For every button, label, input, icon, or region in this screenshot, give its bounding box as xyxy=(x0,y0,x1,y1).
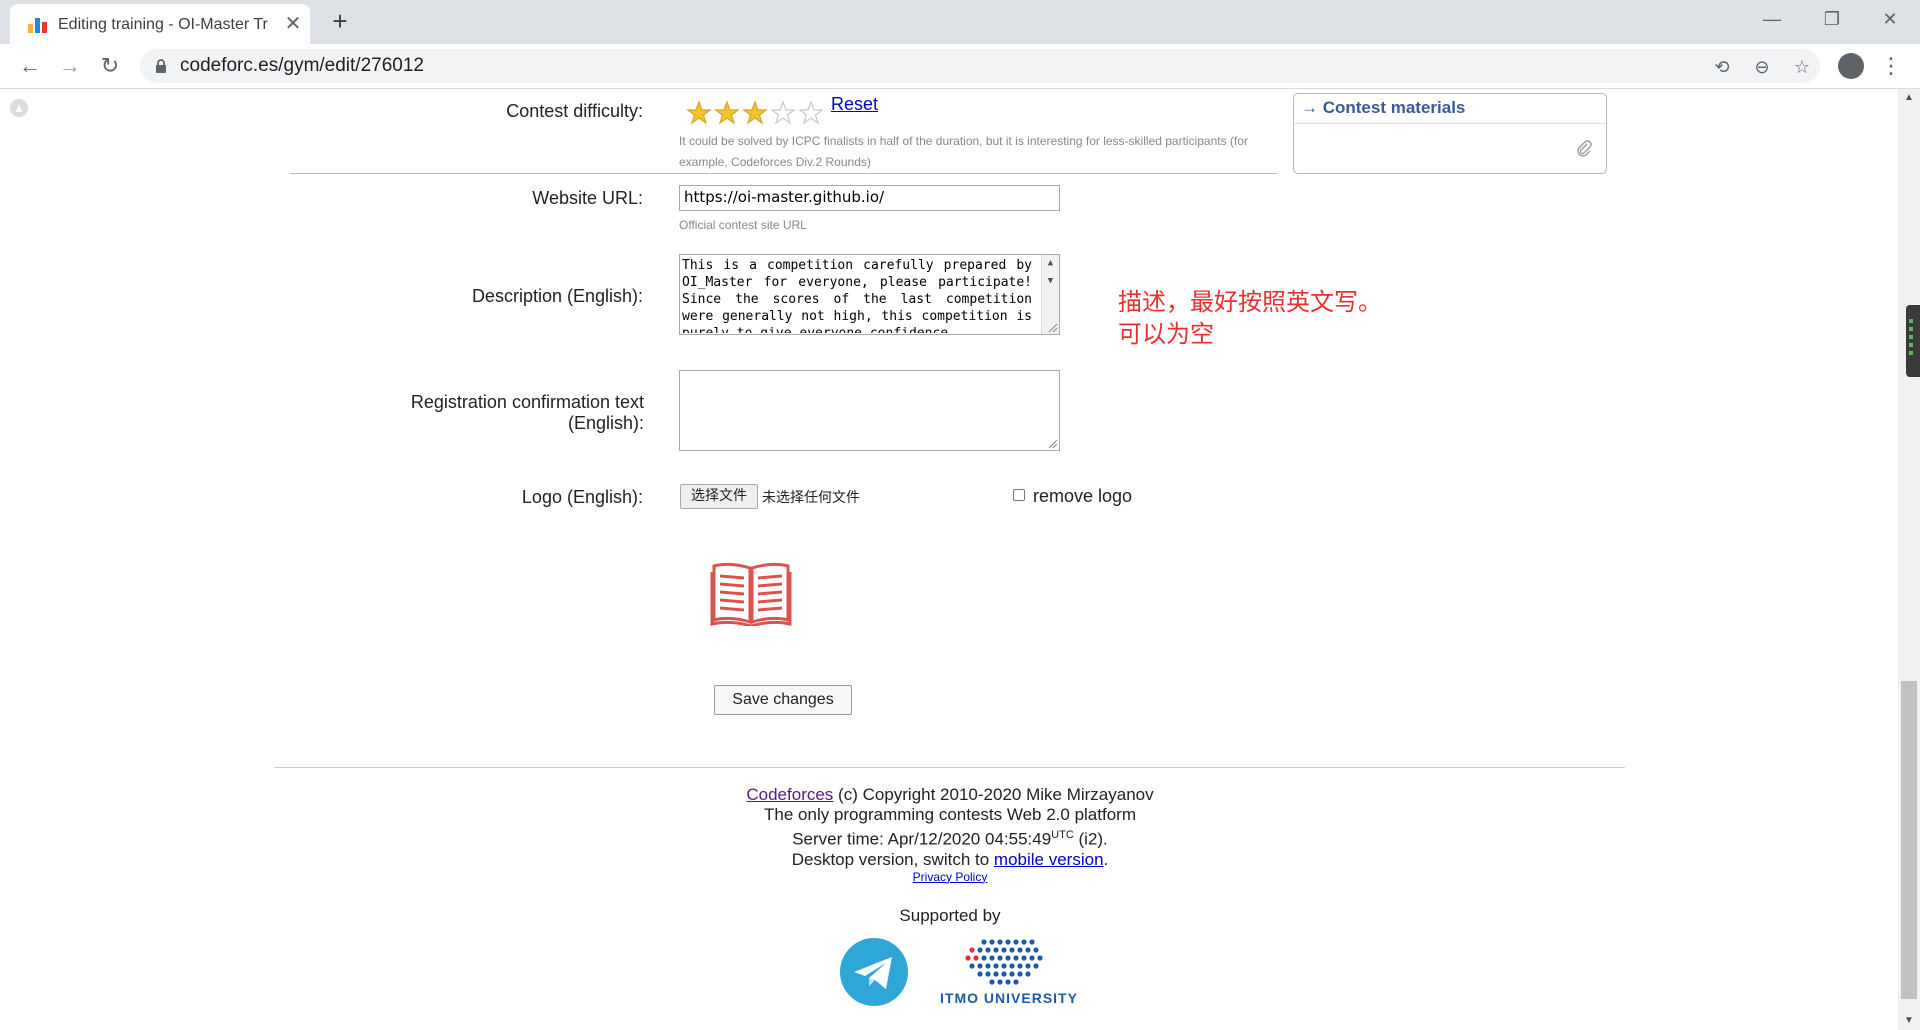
back-button[interactable]: ← xyxy=(16,52,44,80)
browser-toolbar: ← → ↻ codeforc.es/gym/edit/276012 ⟲ ⊖ ☆ … xyxy=(0,44,1920,89)
resize-grip-icon[interactable] xyxy=(1046,321,1058,333)
page-scroll-down-icon[interactable]: ▼ xyxy=(1898,1012,1920,1030)
annotation-line-2: 可以为空 xyxy=(1118,320,1214,348)
mobile-version-link[interactable]: mobile version xyxy=(994,850,1104,869)
side-panel-handle[interactable] xyxy=(1906,305,1920,377)
difficulty-label: Contest difficulty: xyxy=(506,101,643,121)
contest-materials-box: → Contest materials xyxy=(1293,93,1607,174)
star-filled-icon[interactable] xyxy=(686,100,712,126)
close-window-button[interactable]: ✕ xyxy=(1870,4,1910,34)
tab-strip: Editing training - OI-Master Tr ✕ + — ❐ … xyxy=(0,0,1920,44)
footer-tagline: The only programming contests Web 2.0 pl… xyxy=(764,805,1136,824)
server-time-text: Server time: Apr/12/2020 04:55:49 xyxy=(792,829,1052,849)
website-url-hint: Official contest site URL xyxy=(679,218,807,232)
star-filled-icon[interactable] xyxy=(714,100,740,126)
itmo-university-text: ITMO UNIVERSITY xyxy=(940,990,1078,1006)
privacy-policy-link[interactable]: Privacy Policy xyxy=(913,870,988,884)
footer-copyright-line: Codeforces (c) Copyright 2010-2020 Mike … xyxy=(600,785,1300,805)
remove-logo-checkbox[interactable] xyxy=(1013,489,1025,501)
scroll-top-icon[interactable]: ▲ xyxy=(10,99,28,117)
star-empty-icon[interactable] xyxy=(770,100,796,126)
paperclip-icon[interactable] xyxy=(1576,139,1592,157)
footer: Codeforces (c) Copyright 2010-2020 Mike … xyxy=(600,785,1300,884)
registration-label-line-2: (English): xyxy=(567,413,644,433)
profile-avatar-icon[interactable] xyxy=(1838,53,1864,79)
address-bar[interactable]: codeforc.es/gym/edit/276012 ⟲ ⊖ ☆ xyxy=(140,49,1820,83)
star-filled-icon[interactable] xyxy=(742,100,768,126)
reload-button[interactable]: ↻ xyxy=(96,52,124,80)
desktop-version-text: Desktop version, switch to xyxy=(791,849,994,869)
description-label: Description (English): xyxy=(471,286,643,306)
red-annotation: 描述，最好按照英文写。 可以为空 xyxy=(1118,286,1382,350)
website-url-input[interactable]: https://oi-master.github.io/ xyxy=(679,185,1060,211)
page-scrollbar[interactable]: ▲ ▼ xyxy=(1898,89,1920,1030)
bookmark-star-icon[interactable]: ☆ xyxy=(1790,55,1814,79)
lock-icon xyxy=(156,59,166,73)
difficulty-hint: It could be solved by ICPC finalists in … xyxy=(679,134,1248,169)
website-url-label: Website URL: xyxy=(532,188,643,208)
desktop-version-suffix: . xyxy=(1103,849,1109,869)
description-textarea[interactable]: This is a competition carefully prepared… xyxy=(679,254,1060,335)
page-content xyxy=(0,89,1898,1030)
codeforces-favicon-icon xyxy=(28,17,48,33)
copyright-text: (c) Copyright 2010-2020 Mike Mirzayanov xyxy=(833,785,1154,804)
remove-logo-label[interactable]: remove logo xyxy=(1033,486,1132,507)
telegram-logo-icon[interactable] xyxy=(840,938,908,1006)
codeforces-link[interactable]: Codeforces xyxy=(746,785,833,804)
server-time-tz: UTC xyxy=(1051,829,1074,841)
description-text: This is a competition carefully prepared… xyxy=(682,258,1032,333)
page-scroll-up-icon[interactable]: ▲ xyxy=(1898,89,1920,107)
registration-label: Registration confirmation text (English)… xyxy=(360,392,644,434)
logo-label: Logo (English): xyxy=(521,487,643,507)
itmo-dots-icon xyxy=(965,939,1043,985)
choose-file-button[interactable]: 选择文件 xyxy=(680,484,758,509)
annotation-line-1: 描述，最好按照英文写。 xyxy=(1118,288,1382,316)
server-time-suffix: (i2). xyxy=(1073,829,1108,849)
materials-divider xyxy=(1294,123,1606,124)
zoom-icon[interactable]: ⊖ xyxy=(1750,55,1774,79)
itmo-university-logo[interactable]: ITMO UNIVERSITY xyxy=(938,936,1080,1008)
supported-by-label: Supported by xyxy=(899,906,1001,925)
minimize-button[interactable]: — xyxy=(1752,4,1792,34)
url-text: codeforc.es/gym/edit/276012 xyxy=(180,55,424,76)
no-file-chosen-text: 未选择任何文件 xyxy=(762,490,860,506)
new-tab-button[interactable]: + xyxy=(326,8,354,36)
contest-materials-title[interactable]: → Contest materials xyxy=(1301,98,1465,118)
book-logo-icon xyxy=(710,562,792,626)
star-empty-icon[interactable] xyxy=(798,100,824,126)
registration-textarea[interactable] xyxy=(679,370,1060,451)
translate-icon[interactable]: ⟲ xyxy=(1710,55,1734,79)
tab-close-icon[interactable]: ✕ xyxy=(282,13,304,35)
registration-label-line-1: Registration confirmation text xyxy=(410,392,644,412)
divider xyxy=(290,173,1277,174)
resize-grip-icon[interactable] xyxy=(1046,437,1058,449)
restore-button[interactable]: ❐ xyxy=(1812,4,1852,34)
forward-button[interactable]: → xyxy=(56,52,84,80)
scroll-down-arrow-icon[interactable]: ▼ xyxy=(1042,273,1059,289)
reset-difficulty-link[interactable]: Reset xyxy=(831,94,878,115)
browser-menu-icon[interactable]: ⋮ xyxy=(1880,52,1902,80)
server-time: Server time: Apr/12/2020 04:55:49UTC (i2… xyxy=(600,825,1300,850)
page-scroll-thumb[interactable] xyxy=(1901,681,1917,999)
save-changes-button[interactable]: Save changes xyxy=(714,685,852,715)
desktop-version-line: Desktop version, switch to mobile versio… xyxy=(600,850,1300,870)
footer-divider xyxy=(274,767,1625,768)
registration-text xyxy=(682,373,1032,449)
browser-tab[interactable]: Editing training - OI-Master Tr ✕ xyxy=(10,4,310,44)
scroll-up-arrow-icon[interactable]: ▲ xyxy=(1042,255,1059,271)
tab-title: Editing training - OI-Master Tr xyxy=(58,16,268,33)
